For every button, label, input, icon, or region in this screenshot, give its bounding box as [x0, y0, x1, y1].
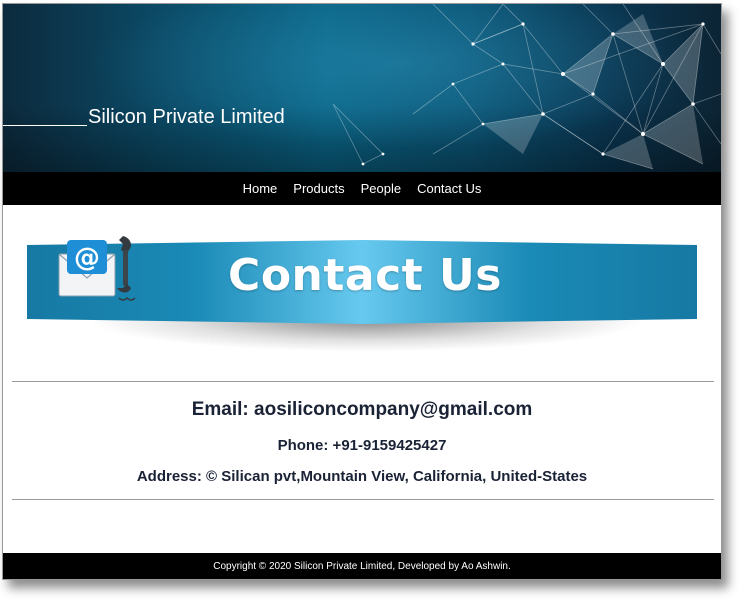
nav-item-people[interactable]: People — [353, 172, 409, 205]
email-icon: @ — [58, 240, 116, 297]
brand-name[interactable]: Silicon Private Limited — [3, 106, 285, 129]
nav-item-home[interactable]: Home — [235, 172, 286, 205]
contact-address: Address: © Silican pvt,Mountain View, Ca… — [136, 468, 588, 485]
network-graphic — [332, 4, 721, 170]
top-nav: Home Products People Contact Us — [3, 172, 721, 205]
page-frame: Silicon Private Limited Home Products Pe… — [2, 3, 722, 580]
nav-item-products[interactable]: Products — [285, 172, 352, 205]
banner-shadow — [87, 320, 647, 352]
phone-icon — [117, 236, 136, 301]
divider-top — [12, 381, 714, 382]
contact-us-banner: Contact Us @ — [27, 228, 697, 358]
contact-email: Email: aosiliconcompany@gmail.com — [191, 399, 533, 420]
svg-text:@: @ — [74, 243, 100, 273]
contact-phone: Phone: +91-9159425427 — [277, 437, 447, 454]
nav-item-contact-us[interactable]: Contact Us — [409, 172, 489, 205]
brand-label: Silicon Private Limited — [88, 106, 285, 128]
brand-underline — [3, 125, 87, 126]
header-banner: Silicon Private Limited — [3, 4, 721, 172]
contact-icons: @ — [57, 232, 137, 312]
divider-bottom — [12, 499, 714, 500]
footer-copyright: Copyright © 2020 Silicon Private Limited… — [3, 553, 721, 579]
